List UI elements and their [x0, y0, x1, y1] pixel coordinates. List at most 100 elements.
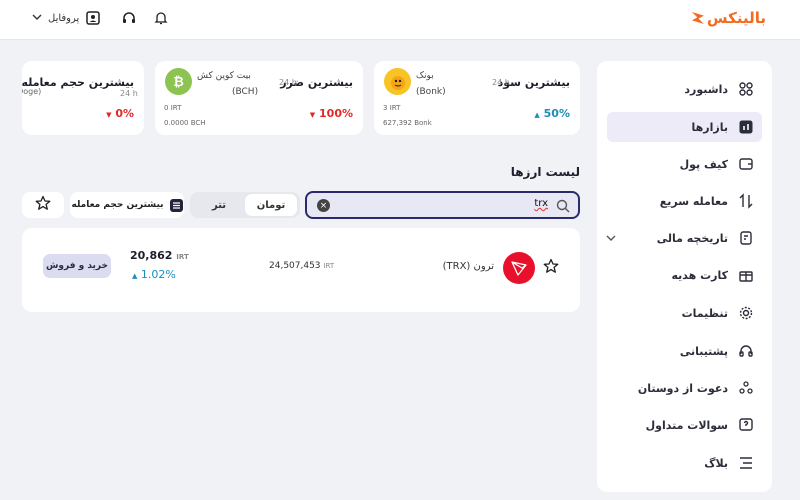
stat-period: 24 h: [120, 89, 138, 98]
blog-icon: [738, 455, 754, 471]
sidebar-item-blog[interactable]: بلاگ: [607, 448, 762, 478]
profile-label: پروفایل: [48, 12, 80, 24]
coin-price: 24,507,453 IRT: [269, 261, 334, 271]
history-icon: [738, 230, 754, 246]
stat-change-value: 50%: [543, 107, 570, 120]
invite-icon: [738, 380, 754, 396]
stat-card-top-gain[interactable]: بیشترین سود 24 h بونک (Bonk) 3 IRT 627,3…: [374, 61, 580, 135]
headset-icon[interactable]: [121, 10, 137, 26]
star-icon: [35, 195, 51, 215]
tab-tether[interactable]: تتر: [193, 194, 245, 216]
sidebar-item-label: پشتیبانی: [679, 344, 728, 358]
sort-label: بیشترین حجم معامله: [71, 200, 164, 210]
support-icon: [738, 343, 754, 359]
sidebar-item-label: بلاگ: [704, 456, 728, 470]
stat-period: 24 h: [279, 78, 297, 87]
sidebar-item-label: تنظیمات: [681, 306, 728, 320]
coin-symbol: (Doge): [22, 87, 42, 96]
currency-toggle: تومان تتر: [190, 192, 300, 218]
faq-icon: [738, 417, 754, 433]
search-input[interactable]: trx ×: [305, 191, 580, 219]
sidebar: داشبورد بازارها کیف پول معامله سریع تاری…: [597, 61, 772, 492]
coin-name: بونک: [416, 71, 434, 81]
dashboard-icon: [738, 81, 754, 97]
sort-icon: [169, 198, 183, 212]
coin-symbol: (Bonk): [416, 87, 446, 97]
market-row-trx[interactable]: (TRX) ترون 24,507,453 IRT 20,862 IRT ▲ 1…: [22, 228, 580, 312]
chevron-down-icon: [32, 12, 42, 25]
sidebar-item-history[interactable]: تاریخچه مالی: [607, 223, 762, 253]
top-header: بالینکس پروفایل: [0, 0, 800, 40]
change-percent: ▲ 1.02%: [132, 268, 176, 281]
price-value: 24,507,453: [269, 261, 321, 271]
stat-change-value: 0%: [115, 107, 134, 120]
coin-symbol: (TRX): [442, 261, 471, 272]
coin-symbol: (BCH): [232, 87, 259, 97]
stat-card-top-loss[interactable]: بیشترین ضرر 24 h ₿ بیت کوین کش (BCH) 0 I…: [155, 61, 363, 135]
change-amount-value: 20,862: [130, 249, 173, 262]
sidebar-item-faq[interactable]: سوالات متداول: [607, 410, 762, 440]
favorite-star-icon[interactable]: [543, 258, 559, 278]
search-value: trx: [534, 198, 548, 209]
list-title: لیست ارزها: [510, 165, 580, 179]
arrow-up-icon: ▲: [132, 272, 138, 280]
stat-card-top-volume[interactable]: بیشترین حجم معامله 24 h (Doge) ▼ 0%: [22, 61, 144, 135]
sidebar-item-gift-card[interactable]: کارت هدیه: [607, 260, 762, 290]
volume-unit: Bonk: [414, 119, 432, 127]
logo-text: بالینکس: [706, 9, 766, 27]
buy-sell-label: خرید و فروش: [45, 261, 109, 271]
search-icon: [556, 198, 570, 217]
favorites-filter-button[interactable]: [22, 192, 64, 218]
sidebar-item-label: کارت هدیه: [671, 268, 728, 282]
coin-name: (TRX) ترون: [443, 261, 494, 272]
swap-icon: [738, 193, 754, 209]
coin-name: بیت کوین کش: [197, 71, 251, 81]
sidebar-item-invite[interactable]: دعوت از دوستان: [607, 373, 762, 403]
sort-button[interactable]: بیشترین حجم معامله: [70, 192, 184, 218]
sidebar-item-quick-trade[interactable]: معامله سریع: [607, 186, 762, 216]
bell-icon[interactable]: [153, 10, 169, 26]
price-unit: IRT: [389, 104, 401, 112]
tab-toman[interactable]: تومان: [245, 194, 297, 216]
buy-sell-button[interactable]: خرید و فروش: [43, 254, 111, 278]
chevron-down-icon[interactable]: [605, 232, 617, 247]
sidebar-item-support[interactable]: پشتیبانی: [607, 336, 762, 366]
sidebar-item-label: کیف پول: [679, 157, 728, 171]
sidebar-item-label: دعوت از دوستان: [637, 381, 728, 395]
coin-volume: 0.0000: [164, 119, 189, 127]
sidebar-item-label: بازارها: [691, 120, 728, 134]
bitcoin-cash-icon: ₿: [165, 68, 192, 95]
coin-price: 3: [383, 104, 388, 112]
sidebar-item-dashboard[interactable]: داشبورد: [607, 74, 762, 104]
profile-menu[interactable]: پروفایل: [32, 10, 101, 26]
sidebar-item-settings[interactable]: تنظیمات: [607, 298, 762, 328]
change-unit: IRT: [176, 253, 189, 261]
stat-change-value: 100%: [319, 107, 353, 120]
change-percent-value: 1.02%: [140, 268, 176, 281]
sidebar-item-label: معامله سریع: [659, 194, 728, 208]
arrow-down-icon: ▼: [106, 111, 112, 119]
sidebar-item-wallet[interactable]: کیف پول: [607, 149, 762, 179]
brand-logo[interactable]: بالینکس: [691, 9, 766, 27]
user-icon: [85, 10, 101, 26]
tab-tether-label: تتر: [211, 199, 227, 211]
bonk-coin-icon: [384, 68, 411, 95]
stat-change: ▼ 0%: [106, 107, 134, 120]
arrow-down-icon: ▼: [309, 111, 316, 119]
stat-period: 24 h: [492, 78, 510, 87]
stat-change: ▼ 100%: [310, 107, 353, 120]
arrow-up-icon: ▲: [534, 111, 540, 119]
coin-price: 0: [164, 104, 169, 112]
clear-search-icon[interactable]: ×: [317, 199, 330, 212]
wallet-icon: [738, 156, 754, 172]
sidebar-item-markets[interactable]: بازارها: [607, 112, 762, 142]
chart-icon: [738, 119, 754, 135]
tab-toman-label: تومان: [256, 199, 286, 211]
price-unit: IRT: [170, 104, 182, 112]
logo-mark-icon: [691, 12, 704, 24]
sidebar-item-label: داشبورد: [684, 82, 728, 96]
gift-icon: [738, 267, 754, 283]
change-amount: 20,862 IRT: [130, 249, 189, 262]
coin-volume: 627,392: [383, 119, 412, 127]
sidebar-item-label: سوالات متداول: [645, 418, 728, 432]
